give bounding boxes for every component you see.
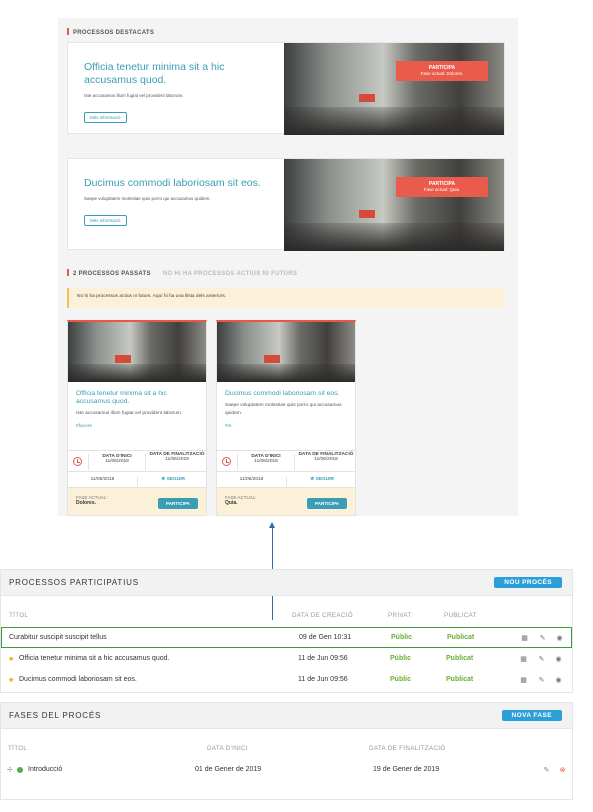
col-title: TÍTOL	[8, 745, 28, 752]
col-start: DATA D'INICI	[207, 745, 248, 752]
more-info-button[interactable]: Més informació	[84, 215, 127, 226]
pencil-icon[interactable]: ✎	[538, 634, 547, 643]
hashtag-link[interactable]: #in	[225, 424, 347, 429]
new-phase-button[interactable]: NOVA FASE	[501, 710, 562, 721]
table-row[interactable]: ★ Ducimus commodi laboriosam sit eos. 11…	[1, 670, 572, 691]
process-image: PARTICIPA Fase actual: Dolores.	[284, 43, 504, 135]
table-row[interactable]: ✢ Introducció 01 de Gener de 2019 19 de …	[1, 760, 572, 781]
follow-button[interactable]: ★ SEGUIR	[287, 477, 357, 482]
col-published: PUBLICAT	[444, 612, 477, 619]
featured-process-title[interactable]: Officia tenetur minima sit a hic accusam…	[84, 61, 274, 87]
col-end: DATA DE FINALITZACIÓ	[369, 745, 446, 752]
calendar-icon[interactable]: ▦	[519, 655, 528, 664]
calendar-icon[interactable]: ▦	[519, 676, 528, 685]
star-icon: ★	[8, 656, 15, 663]
phases-title: FASES DEL PROCÉS	[9, 711, 102, 720]
calendar-icon[interactable]: ▦	[520, 634, 529, 643]
past-section-title: 2 PROCESSOS PASSATS NO HI HA PROCESSOS AC…	[67, 269, 297, 277]
featured-process-desc: Saepe voluptatem molestiae quis porro qu…	[84, 196, 211, 201]
participate-banner[interactable]: PARTICIPA Fase actual: Quia.	[396, 177, 488, 197]
follow-button[interactable]: ★ SEGUIR	[138, 477, 208, 482]
card-title[interactable]: Officia tenetur minima sit a hic accusam…	[76, 390, 198, 406]
process-preview-panel: PROCESSOS DESTACATS Officia tenetur mini…	[58, 18, 518, 516]
phases-panel: FASES DEL PROCÉS NOVA FASE TÍTOL DATA D'…	[0, 702, 573, 800]
col-private: PRIVAT	[388, 612, 412, 619]
clock-icon	[73, 457, 82, 466]
past-process-card[interactable]: Ducimus commodi laboriosam sit eos. Saep…	[216, 320, 356, 516]
active-dot-icon	[17, 767, 23, 773]
col-title: TÍTOL	[9, 612, 29, 619]
col-created: DATA DE CREACIÓ	[292, 612, 353, 619]
notice-banner: No hi ha processos actius ni futurs. Aqu…	[67, 288, 505, 308]
card-desc: Iste accusamus illum fugiat vel providen…	[76, 411, 183, 416]
table-row[interactable]: Curabitur suscipit suscipit tellus 09 de…	[1, 627, 572, 648]
pencil-icon[interactable]: ✎	[542, 766, 551, 775]
eye-icon[interactable]: ◉	[554, 655, 563, 664]
more-info-button[interactable]: Més informació	[84, 112, 127, 123]
participate-banner[interactable]: PARTICIPA Fase actual: Dolores.	[396, 61, 488, 81]
hashtag-link[interactable]: #facere	[76, 424, 198, 429]
process-image	[217, 322, 355, 382]
drag-handle-icon[interactable]: ✢	[7, 766, 13, 774]
participate-button[interactable]: PARTICIPA	[157, 498, 198, 509]
processes-title: PROCESSOS PARTICIPATIUS	[9, 578, 139, 587]
featured-process-card[interactable]: Officia tenetur minima sit a hic accusam…	[67, 42, 505, 135]
featured-process-desc: Iste accusamus illum fugiat vel providen…	[84, 93, 184, 98]
card-desc: Saepe voluptatem molestiae quis porro qu…	[225, 403, 342, 416]
table-row[interactable]: ★ Officia tenetur minima sit a hic accus…	[1, 649, 572, 670]
eye-icon[interactable]: ◉	[555, 634, 564, 643]
clock-icon	[222, 457, 231, 466]
participate-button[interactable]: PARTICIPA	[306, 498, 347, 509]
featured-process-title[interactable]: Ducimus commodi laboriosam sit eos.	[84, 177, 274, 190]
delete-icon[interactable]: ⊗	[558, 766, 567, 775]
current-phase: FASE ACTUAL: Dolores. PARTICIPA	[68, 488, 206, 515]
process-title[interactable]: Curabitur suscipit suscipit tellus	[9, 634, 107, 641]
process-image: PARTICIPA Fase actual: Quia.	[284, 159, 504, 251]
card-title[interactable]: Ducimus commodi laboriosam sit eos.	[225, 390, 347, 398]
process-title[interactable]: Officia tenetur minima sit a hic accusam…	[19, 655, 169, 662]
process-image	[68, 322, 206, 382]
processes-panel: PROCESSOS PARTICIPATIUS NOU PROCÉS TÍTOL…	[0, 569, 573, 693]
no-active-note: NO HI HA PROCESSOS ACTIUS NI FUTURS	[162, 271, 298, 277]
featured-process-card[interactable]: Ducimus commodi laboriosam sit eos. Saep…	[67, 158, 505, 251]
process-title[interactable]: Ducimus commodi laboriosam sit eos.	[19, 676, 137, 683]
star-icon: ★	[8, 677, 15, 684]
past-process-card[interactable]: Officia tenetur minima sit a hic accusam…	[67, 320, 207, 516]
eye-icon[interactable]: ◉	[554, 676, 563, 685]
phase-title[interactable]: Introducció	[28, 766, 62, 773]
pencil-icon[interactable]: ✎	[537, 676, 546, 685]
pencil-icon[interactable]: ✎	[537, 655, 546, 664]
new-process-button[interactable]: NOU PROCÉS	[494, 577, 562, 588]
current-phase: FASE ACTUAL: Quia. PARTICIPA	[217, 488, 355, 515]
featured-section-title: PROCESSOS DESTACATS	[67, 28, 154, 36]
